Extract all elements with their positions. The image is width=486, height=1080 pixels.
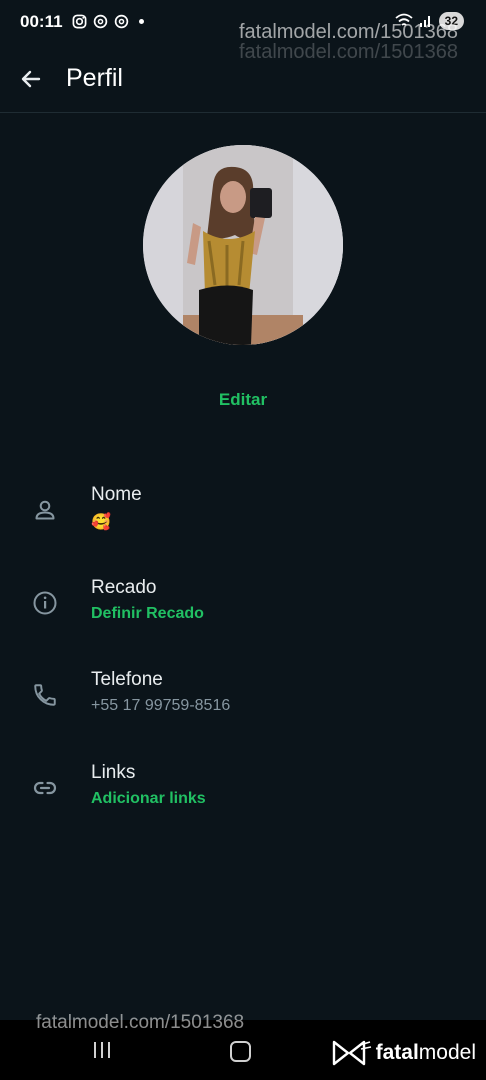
name-label: Nome — [91, 484, 142, 505]
status-notification-icons — [72, 14, 144, 29]
instagram-icon — [72, 14, 87, 29]
links-row[interactable]: Links Adicionar links — [0, 762, 486, 834]
page-title: Perfil — [66, 64, 123, 92]
phone-value: +55 17 99759-8516 — [91, 697, 231, 714]
arrow-left-icon — [21, 70, 41, 88]
add-links-link[interactable]: Adicionar links — [91, 790, 206, 808]
link-icon — [31, 774, 59, 802]
name-row[interactable]: Nome 🥰 — [0, 484, 486, 556]
name-value: 🥰 — [91, 514, 111, 531]
watermark-text: fatalmodel.com/1501368 — [238, 21, 458, 43]
info-icon — [31, 589, 59, 617]
brand-text: fatalmodel — [376, 1041, 476, 1065]
brand-prefix: fatal — [375, 1041, 419, 1064]
butterfly-logo-icon — [332, 1040, 371, 1066]
phone-icon — [31, 681, 59, 709]
phone-label: Telefone — [91, 669, 163, 690]
threads-icon — [114, 14, 129, 29]
status-time: 00:11 — [20, 12, 63, 31]
back-button[interactable] — [14, 62, 48, 96]
brand-logo: fatalmodel — [330, 1040, 476, 1066]
watermark-bottom: fatalmodel.com/1501368 — [36, 1012, 245, 1033]
links-label: Links — [91, 762, 136, 783]
brand-suffix: model — [418, 1041, 476, 1064]
profile-photo-image — [143, 145, 343, 345]
more-notifications-dot — [139, 19, 144, 24]
app-bar: Perfil — [0, 46, 486, 113]
set-about-link[interactable]: Definir Recado — [91, 605, 204, 623]
home-button[interactable] — [230, 1041, 251, 1062]
about-row[interactable]: Recado Definir Recado — [0, 577, 486, 649]
about-label: Recado — [91, 577, 157, 598]
edit-photo-link[interactable]: Editar — [0, 390, 486, 410]
person-icon — [31, 496, 59, 524]
phone-row[interactable]: Telefone +55 17 99759-8516 — [0, 669, 486, 741]
profile-photo[interactable] — [143, 145, 343, 345]
threads-icon — [93, 14, 108, 29]
profile-screen: 00:11 32 fatalmodel.com/1501368 fatalmod… — [0, 0, 486, 1080]
recents-button[interactable] — [94, 1042, 110, 1058]
